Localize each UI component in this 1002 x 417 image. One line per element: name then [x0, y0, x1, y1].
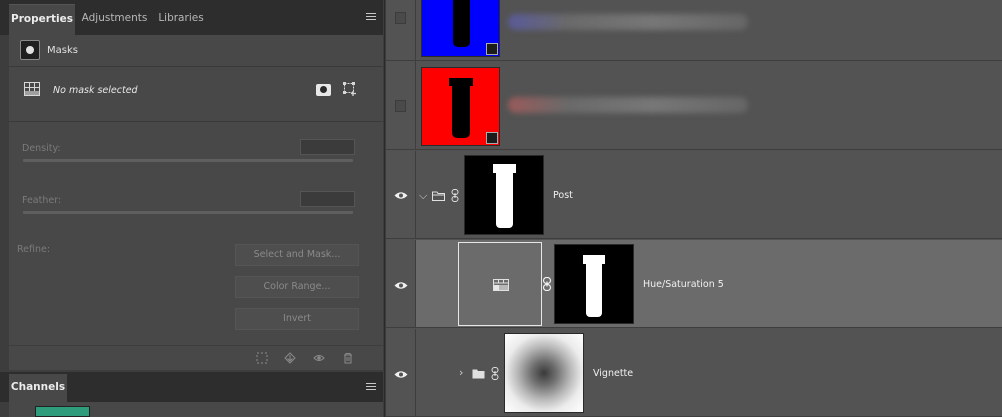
properties-footer	[9, 345, 383, 370]
visibility-column	[386, 240, 416, 327]
channels-menu-icon[interactable]	[366, 383, 376, 392]
section-title: Masks	[47, 45, 78, 56]
layer-name-blurred	[508, 97, 748, 113]
layer-row[interactable]	[386, 0, 1002, 61]
adjustment-thumbnail[interactable]	[458, 242, 542, 326]
adjustment-grid-icon	[24, 82, 40, 96]
tab-properties[interactable]: Properties	[9, 4, 75, 35]
vector-mask-icon[interactable]	[343, 82, 357, 96]
layer-name[interactable]: Post	[553, 190, 573, 201]
link-icon	[486, 132, 498, 144]
layer-thumbnail[interactable]	[421, 0, 500, 57]
hue-saturation-icon	[493, 279, 509, 291]
masks-header: Masks	[9, 35, 383, 67]
color-range-button[interactable]: Color Range...	[235, 276, 359, 298]
invert-button[interactable]: Invert	[235, 308, 359, 330]
feather-field[interactable]	[300, 191, 355, 207]
mask-status-row: No mask selected	[9, 68, 383, 122]
visibility-icon[interactable]	[313, 352, 325, 364]
select-and-mask-button[interactable]: Select and Mask...	[235, 244, 359, 266]
folder-icon	[472, 369, 485, 379]
layer-thumbnail[interactable]	[421, 67, 500, 146]
visibility-toggle-off[interactable]	[395, 12, 406, 24]
layer-row[interactable]: ⌵ Post	[386, 151, 1002, 239]
channels-body	[9, 402, 383, 417]
layer-name-blurred	[508, 14, 748, 30]
apply-mask-icon[interactable]	[284, 352, 296, 364]
eye-icon[interactable]	[394, 191, 408, 200]
folder-icon	[432, 191, 445, 201]
mask-link-icon[interactable]	[542, 277, 552, 291]
visibility-toggle-off[interactable]	[395, 100, 406, 112]
feather-slider[interactable]	[23, 211, 353, 214]
eye-icon[interactable]	[394, 281, 408, 290]
channels-tab-bar: Channels	[0, 372, 383, 402]
eye-icon[interactable]	[394, 370, 408, 379]
group-mask-thumbnail[interactable]	[464, 155, 544, 235]
link-icon	[491, 367, 499, 380]
density-slider[interactable]	[23, 159, 353, 162]
tab-adjustments[interactable]: Adjustments	[77, 4, 152, 35]
visibility-column	[386, 61, 416, 149]
refine-label: Refine:	[17, 244, 51, 255]
layer-mask-thumbnail[interactable]	[554, 244, 634, 324]
chevron-down-icon[interactable]: ⌵	[419, 189, 427, 203]
channel-thumbnail[interactable]	[35, 406, 90, 417]
layer-row-selected[interactable]: Hue/Saturation 5	[386, 240, 1002, 328]
chevron-right-icon[interactable]: ›	[459, 366, 463, 379]
mask-status-text: No mask selected	[53, 85, 138, 96]
photoshop-workspace: Properties Adjustments Libraries Masks N…	[0, 0, 1002, 417]
visibility-column	[386, 329, 416, 416]
layer-row[interactable]: › Vignette	[386, 329, 1002, 417]
link-icon	[486, 43, 498, 55]
trash-icon[interactable]	[342, 352, 354, 364]
layer-name[interactable]: Hue/Saturation 5	[643, 279, 724, 290]
properties-tab-bar: Properties Adjustments Libraries	[0, 0, 383, 35]
layer-row[interactable]	[386, 61, 1002, 150]
properties-body: Masks No mask selected Density: Feather:…	[9, 35, 383, 370]
density-field[interactable]	[300, 139, 355, 155]
layer-name[interactable]: Vignette	[593, 368, 633, 379]
load-selection-icon[interactable]	[256, 352, 268, 364]
visibility-column	[386, 0, 416, 60]
vignette-mask-thumbnail[interactable]	[504, 333, 584, 413]
panel-menu-icon[interactable]	[366, 13, 376, 22]
feather-label: Feather:	[22, 195, 62, 206]
properties-panel: Properties Adjustments Libraries Masks N…	[0, 0, 385, 417]
link-icon	[451, 189, 459, 202]
tab-channels[interactable]: Channels	[9, 374, 67, 402]
density-label: Density:	[22, 143, 61, 154]
tab-libraries[interactable]: Libraries	[153, 4, 209, 35]
visibility-column	[386, 151, 416, 238]
pixel-mask-icon[interactable]	[316, 84, 331, 96]
mask-icon	[20, 40, 40, 60]
layers-panel: ⌵ Post Hue/Saturation 5 › Vignette	[386, 0, 1002, 417]
